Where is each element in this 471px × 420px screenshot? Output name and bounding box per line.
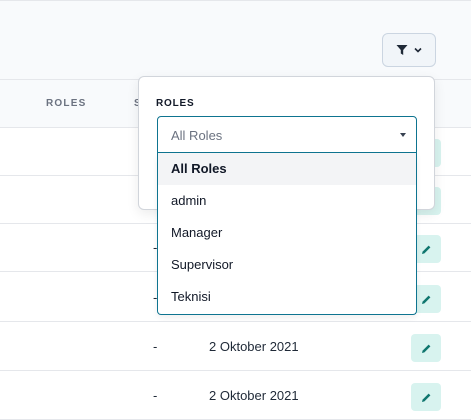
status-cell: - — [153, 339, 158, 354]
role-option-all-roles[interactable]: All Roles — [158, 153, 416, 185]
filter-icon — [396, 45, 408, 55]
column-header-roles[interactable]: ROLES — [46, 98, 86, 109]
pencil-icon — [421, 295, 430, 304]
edit-button[interactable] — [411, 334, 441, 362]
role-option-manager[interactable]: Manager — [158, 217, 416, 249]
status-cell: - — [153, 388, 158, 403]
pencil-icon — [421, 245, 430, 254]
pencil-icon — [421, 393, 430, 402]
roles-options-list: All Roles admin Manager Supervisor Tekni… — [157, 153, 417, 315]
date-cell: 2 Oktober 2021 — [209, 388, 299, 403]
caret-down-icon — [400, 133, 406, 137]
table-toolbar — [0, 0, 471, 80]
table-row: - 2 Oktober 2021 — [0, 323, 471, 371]
chevron-down-icon — [414, 47, 422, 53]
role-option-teknisi[interactable]: Teknisi — [158, 281, 416, 313]
filter-button[interactable] — [382, 33, 436, 67]
table-row: - 2 Oktober 2021 — [0, 372, 471, 420]
role-option-admin[interactable]: admin — [158, 185, 416, 217]
users-table-view: ROLES S - - — [0, 0, 471, 420]
role-option-supervisor[interactable]: Supervisor — [158, 249, 416, 281]
pencil-icon — [421, 344, 430, 353]
roles-filter-label: ROLES — [156, 98, 195, 109]
roles-select[interactable]: All Roles — [157, 116, 417, 153]
date-cell: 2 Oktober 2021 — [209, 339, 299, 354]
roles-select-value: All Roles — [171, 128, 223, 143]
